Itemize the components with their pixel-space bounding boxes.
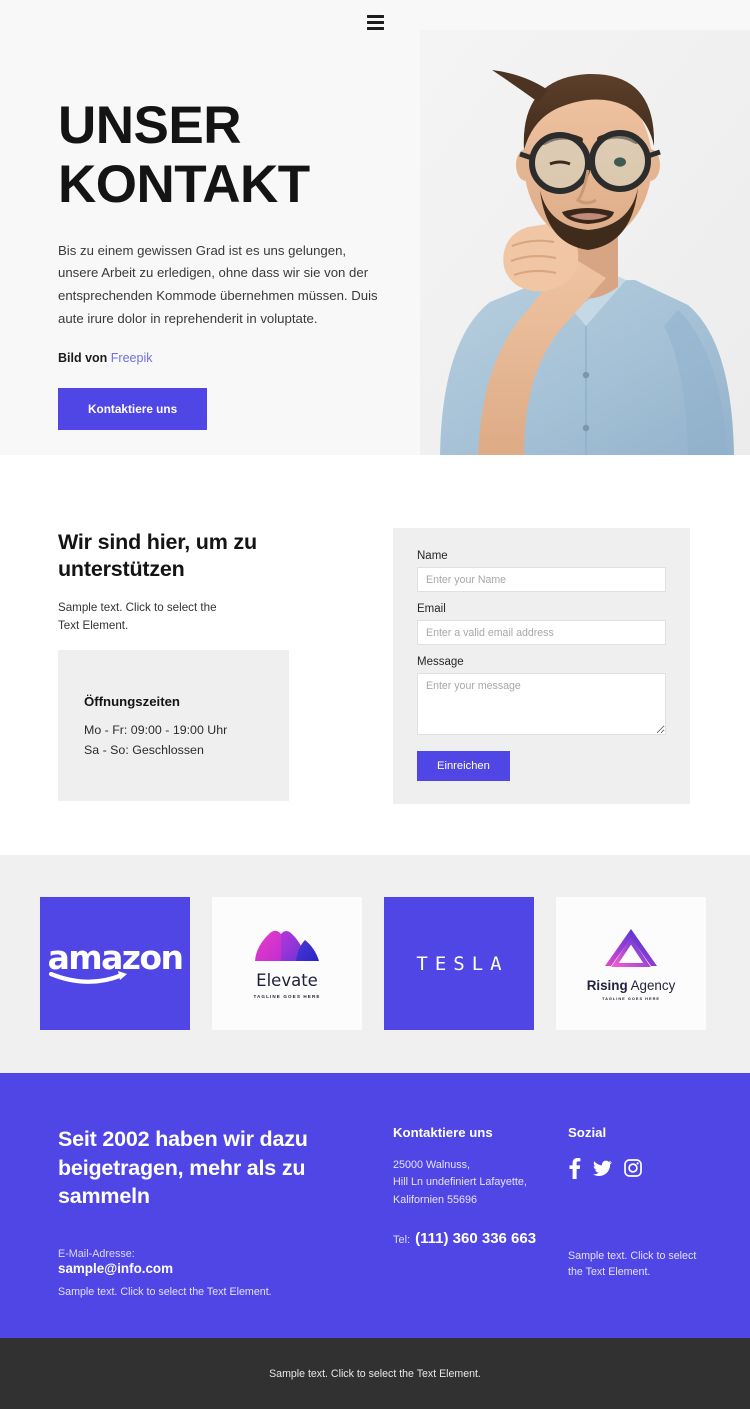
hamburger-bar-1: [367, 15, 384, 18]
rising-agency-mark-icon: [604, 929, 657, 967]
instagram-icon[interactable]: [624, 1159, 642, 1177]
page-title: UNSER KONTAKT: [58, 96, 398, 215]
image-credit-prefix: Bild von: [58, 350, 108, 365]
logos-row: amazon Elevate TAGLINE GOES HERE TESLA R…: [40, 897, 706, 1030]
message-textarea[interactable]: [417, 673, 666, 735]
contact-intro: Wir sind hier, um zu unterstützen Sample…: [58, 529, 293, 635]
clients-logos-section: amazon Elevate TAGLINE GOES HERE TESLA R…: [0, 855, 750, 1073]
opening-hours-weekday: Mo - Fr: 09:00 - 19:00 Uhr: [84, 723, 228, 737]
footer-address-line-1: 25000 Walnuss,: [393, 1159, 471, 1171]
logo-card-tesla[interactable]: TESLA: [384, 897, 534, 1030]
footer-tel-value[interactable]: (111) 360 336 663: [415, 1230, 536, 1247]
footer-email-label: E-Mail-Adresse:: [58, 1248, 135, 1260]
footer-note-right: Sample text. Click to select the Text El…: [568, 1250, 697, 1279]
bottom-bar: Sample text. Click to select the Text El…: [0, 1338, 750, 1409]
elevate-logo-text: Elevate: [256, 971, 318, 990]
footer-contact-column: Kontaktiere uns 25000 Walnuss, Hill Ln u…: [393, 1125, 536, 1247]
amazon-logo: amazon: [47, 938, 184, 986]
logo-card-rising-agency[interactable]: Rising Agency TAGLINE GOES HERE: [556, 897, 706, 1030]
opening-hours-weekend: Sa - So: Geschlossen: [84, 743, 204, 758]
hero-title-line-1: UNSER: [58, 96, 242, 155]
rising-agency-word-light: Agency: [630, 978, 676, 993]
freepik-link[interactable]: Freepik: [111, 351, 153, 365]
email-label: Email: [417, 603, 446, 615]
rising-agency-logo-text: Rising Agency: [587, 978, 676, 993]
hero-paragraph: Bis zu einem gewissen Grad ist es uns ge…: [58, 242, 378, 326]
logo-card-elevate[interactable]: Elevate TAGLINE GOES HERE: [212, 897, 362, 1030]
footer-email-value[interactable]: sample@info.com: [58, 1261, 173, 1276]
rising-agency-logo: Rising Agency TAGLINE GOES HERE: [587, 926, 676, 1001]
footer-social-column: Sozial: [568, 1125, 642, 1179]
footer-tel-label: Tel:: [393, 1234, 411, 1247]
hamburger-menu-icon[interactable]: [367, 15, 384, 31]
hero-content: UNSER KONTAKT Bis zu einem gewissen Grad…: [58, 96, 398, 430]
opening-hours-card: Öffnungszeiten Mo - Fr: 09:00 - 19:00 Uh…: [58, 650, 289, 801]
rising-agency-word-bold: Rising: [586, 978, 628, 993]
twitter-icon[interactable]: [593, 1157, 612, 1179]
elevate-tagline: TAGLINE GOES HERE: [253, 994, 321, 999]
contact-subtext: Sample text. Click to select the Text El…: [58, 601, 217, 633]
logo-card-amazon[interactable]: amazon: [40, 897, 190, 1030]
rising-agency-tagline: TAGLINE GOES HERE: [601, 996, 660, 1001]
hero-section: UNSER KONTAKT Bis zu einem gewissen Grad…: [0, 0, 750, 455]
hamburger-bar-3: [367, 27, 384, 30]
image-credit: Bild von Freepik: [58, 351, 398, 365]
contact-heading: Wir sind hier, um zu unterstützen: [58, 530, 257, 582]
footer-social-title: Sozial: [568, 1125, 607, 1140]
footer-heading: Seit 2002 haben wir dazu beigetragen, me…: [58, 1127, 308, 1209]
footer-contact-title: Kontaktiere uns: [393, 1125, 493, 1140]
email-input[interactable]: [417, 620, 666, 645]
tesla-logo-text: TESLA: [416, 952, 509, 975]
social-links: [568, 1157, 642, 1179]
name-input[interactable]: [417, 567, 666, 592]
footer-note-left: Sample text. Click to select the Text El…: [58, 1286, 272, 1298]
footer-address-line-3: Kalifornien 55696: [393, 1193, 478, 1206]
message-label: Message: [417, 656, 464, 668]
elevate-logo: Elevate TAGLINE GOES HERE: [252, 928, 322, 999]
contact-us-button[interactable]: Kontaktiere uns: [58, 387, 208, 430]
name-label: Name: [417, 550, 448, 562]
opening-hours-title: Öffnungszeiten: [84, 694, 180, 709]
footer-telephone: Tel: (111) 360 336 663: [393, 1230, 536, 1247]
hero-title-line-2: KONTAKT: [58, 155, 310, 215]
contact-form: Name Email Message Einreichen: [393, 528, 690, 804]
bottom-bar-text: Sample text. Click to select the Text El…: [269, 1367, 481, 1380]
footer-address: 25000 Walnuss, Hill Ln undefiniert Lafay…: [393, 1157, 536, 1209]
footer-address-line-2: Hill Ln undefiniert Lafayette,: [393, 1176, 527, 1189]
hamburger-bar-2: [367, 21, 384, 24]
hero-image: [420, 30, 750, 455]
submit-button[interactable]: Einreichen: [417, 751, 510, 781]
amazon-logo-text: amazon: [47, 938, 184, 977]
facebook-icon[interactable]: [568, 1157, 581, 1179]
elevate-mark-icon: [255, 930, 319, 961]
footer-section: Seit 2002 haben wir dazu beigetragen, me…: [0, 1073, 750, 1338]
page-root: UNSER KONTAKT Bis zu einem gewissen Grad…: [0, 0, 750, 1409]
